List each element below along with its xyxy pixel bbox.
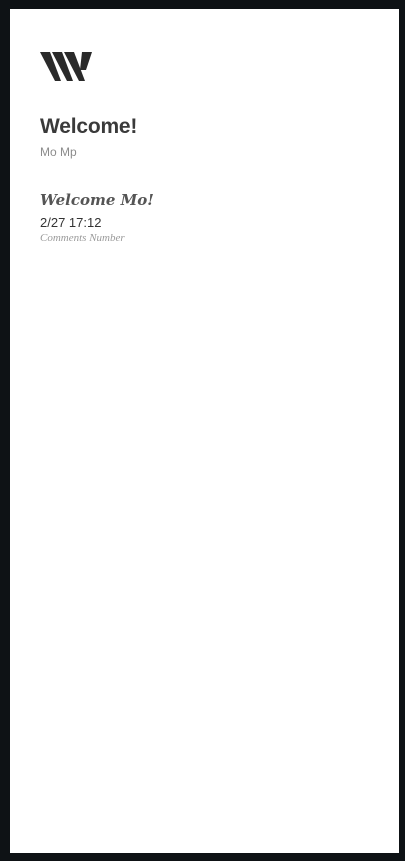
post-item[interactable]: Welcome Mo! 2/27 17:12 Comments Number <box>40 189 340 245</box>
post-title[interactable]: Welcome Mo! <box>40 189 340 211</box>
post-comments-count: Comments Number <box>40 232 125 244</box>
user-name: Mo Mp <box>40 145 77 159</box>
page-title: Welcome! <box>40 115 138 138</box>
app-screen: Welcome! Mo Mp Welcome Mo! 2/27 17:12 Co… <box>10 9 399 853</box>
post-timestamp: 2/27 17:12 <box>40 215 102 230</box>
brand-w-logo-icon <box>40 52 92 82</box>
